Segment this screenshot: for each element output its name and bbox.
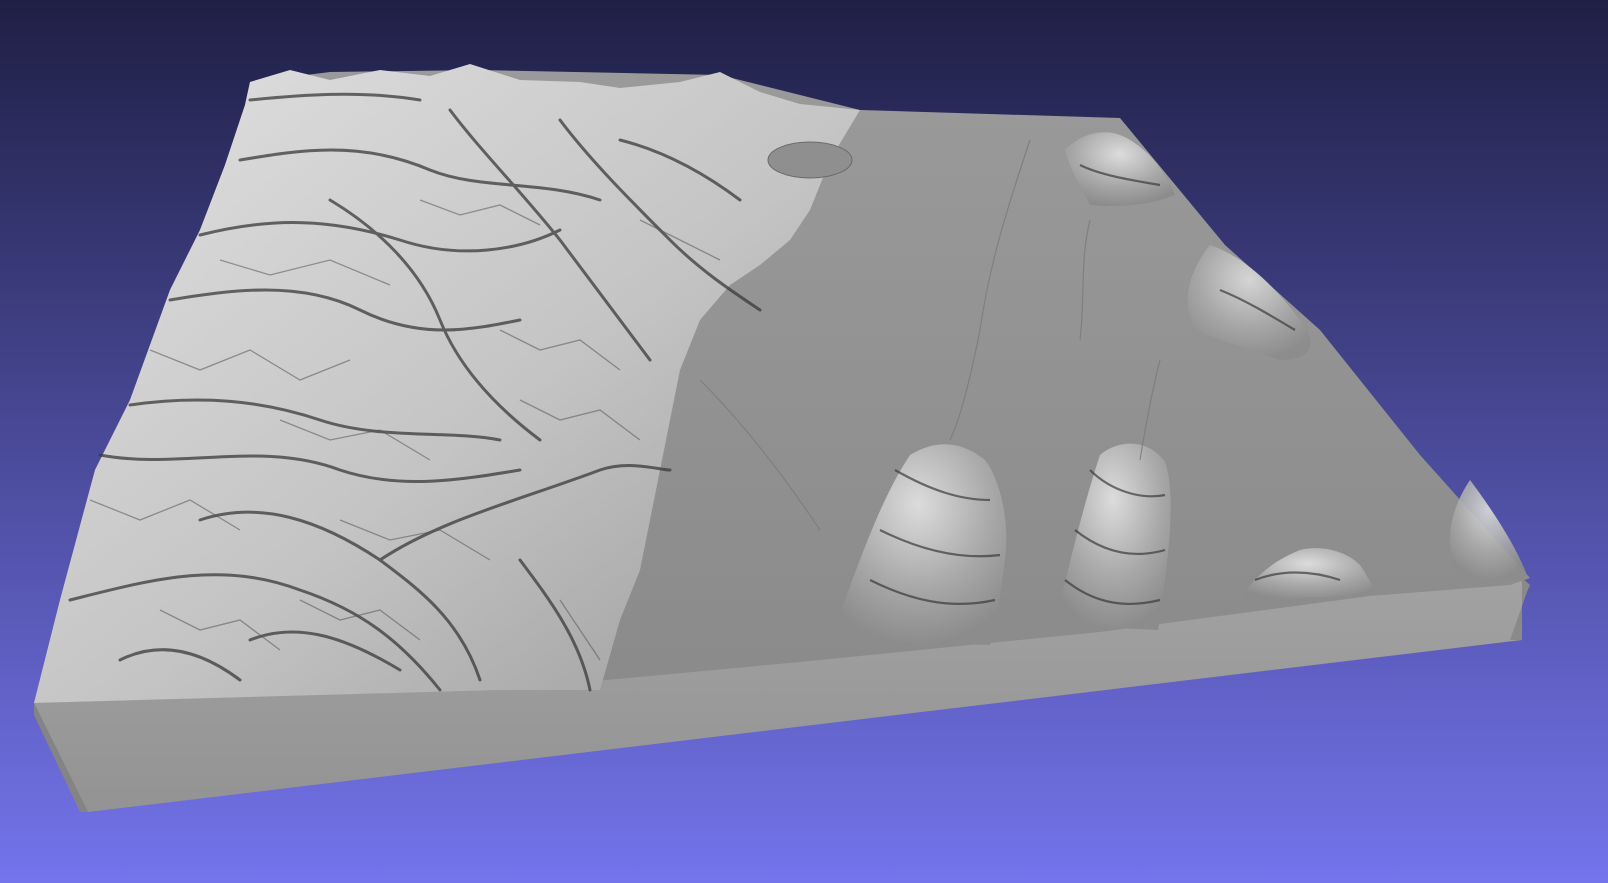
3d-viewport[interactable]	[0, 0, 1608, 883]
mountain-lake	[767, 141, 853, 179]
viewport-canvas[interactable]	[0, 0, 1608, 883]
